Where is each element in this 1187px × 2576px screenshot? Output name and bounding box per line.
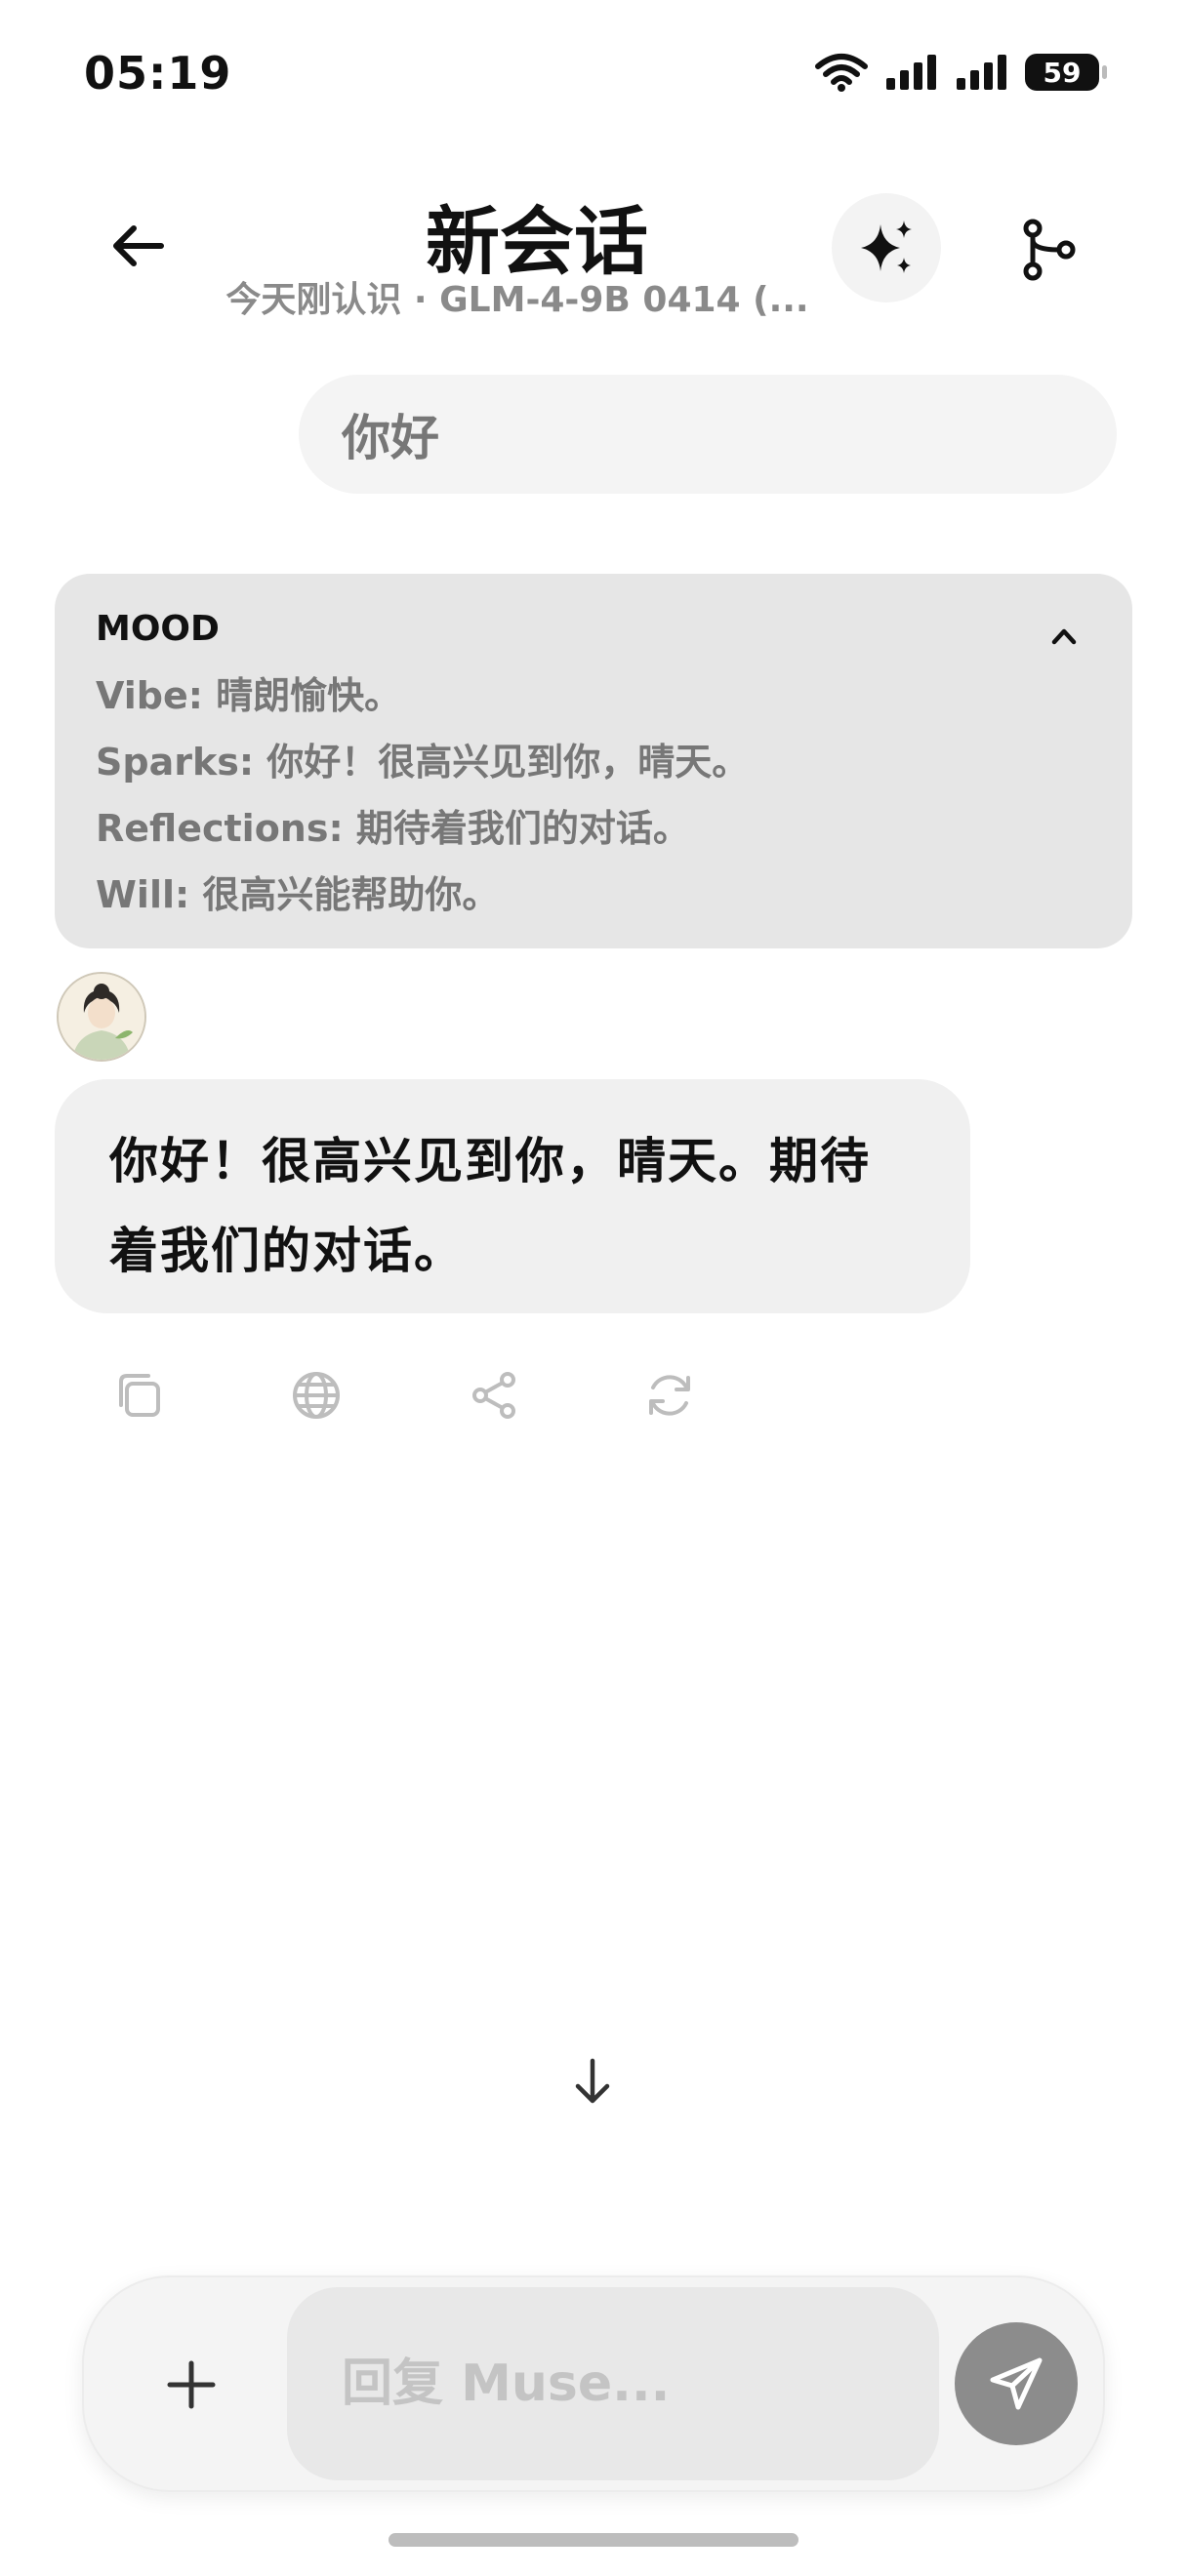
plus-icon bbox=[167, 2360, 216, 2409]
back-button[interactable] bbox=[102, 217, 174, 275]
chevron-up-icon[interactable] bbox=[1044, 617, 1084, 656]
mood-line-will: Will: 很高兴能帮助你。 bbox=[96, 873, 500, 916]
user-message-bubble[interactable]: 你好 bbox=[299, 375, 1117, 494]
branch-icon bbox=[1023, 219, 1076, 281]
sparkle-button[interactable] bbox=[832, 193, 941, 302]
send-button[interactable] bbox=[955, 2322, 1078, 2445]
globe-icon bbox=[293, 1372, 340, 1419]
translate-button[interactable] bbox=[285, 1364, 348, 1427]
assistant-message-text: 你好！很高兴见到你，晴天。期待着我们的对话。 bbox=[109, 1133, 871, 1279]
back-arrow-icon bbox=[113, 225, 164, 266]
attach-button[interactable] bbox=[152, 2346, 230, 2424]
mood-title: MOOD bbox=[96, 609, 220, 649]
mood-line-vibe: Vibe: 晴朗愉快。 bbox=[96, 674, 402, 717]
signal-icon-1 bbox=[886, 55, 936, 90]
mood-line-reflections: Reflections: 期待着我们的对话。 bbox=[96, 807, 690, 850]
arrow-down-icon bbox=[575, 2058, 610, 2104]
scroll-down-button[interactable] bbox=[560, 2049, 625, 2113]
mood-line-sparks: Sparks: 你好！很高兴见到你，晴天。 bbox=[96, 741, 750, 784]
signal-icon-2 bbox=[957, 55, 1006, 90]
reply-input[interactable] bbox=[287, 2287, 939, 2480]
assistant-message-bubble[interactable]: 你好！很高兴见到你，晴天。期待着我们的对话。 bbox=[55, 1079, 970, 1313]
wifi-icon bbox=[815, 54, 868, 92]
mood-card[interactable]: MOOD Vibe: 晴朗愉快。 Sparks: 你好！很高兴见到你，晴天。 R… bbox=[55, 574, 1132, 948]
page-subtitle[interactable]: 今天刚认识 · GLM-4-9B 0414 (... bbox=[225, 271, 810, 322]
status-time: 05:19 bbox=[84, 47, 232, 100]
copy-button[interactable] bbox=[107, 1364, 170, 1427]
send-icon bbox=[990, 2357, 1043, 2410]
copy-icon bbox=[119, 1374, 160, 1417]
branch-button[interactable] bbox=[1002, 211, 1095, 289]
home-indicator bbox=[389, 2533, 798, 2547]
sparkle-icon bbox=[861, 221, 912, 273]
battery-indicator: 59 bbox=[1025, 54, 1107, 91]
user-message-text: 你好 bbox=[342, 410, 439, 466]
status-icons: 59 bbox=[814, 53, 1107, 92]
avatar[interactable] bbox=[57, 972, 146, 1062]
regenerate-button[interactable] bbox=[638, 1364, 701, 1427]
share-button[interactable] bbox=[463, 1364, 525, 1427]
share-icon bbox=[472, 1372, 515, 1419]
refresh-icon bbox=[649, 1375, 690, 1416]
avatar-illustration bbox=[59, 974, 144, 1060]
